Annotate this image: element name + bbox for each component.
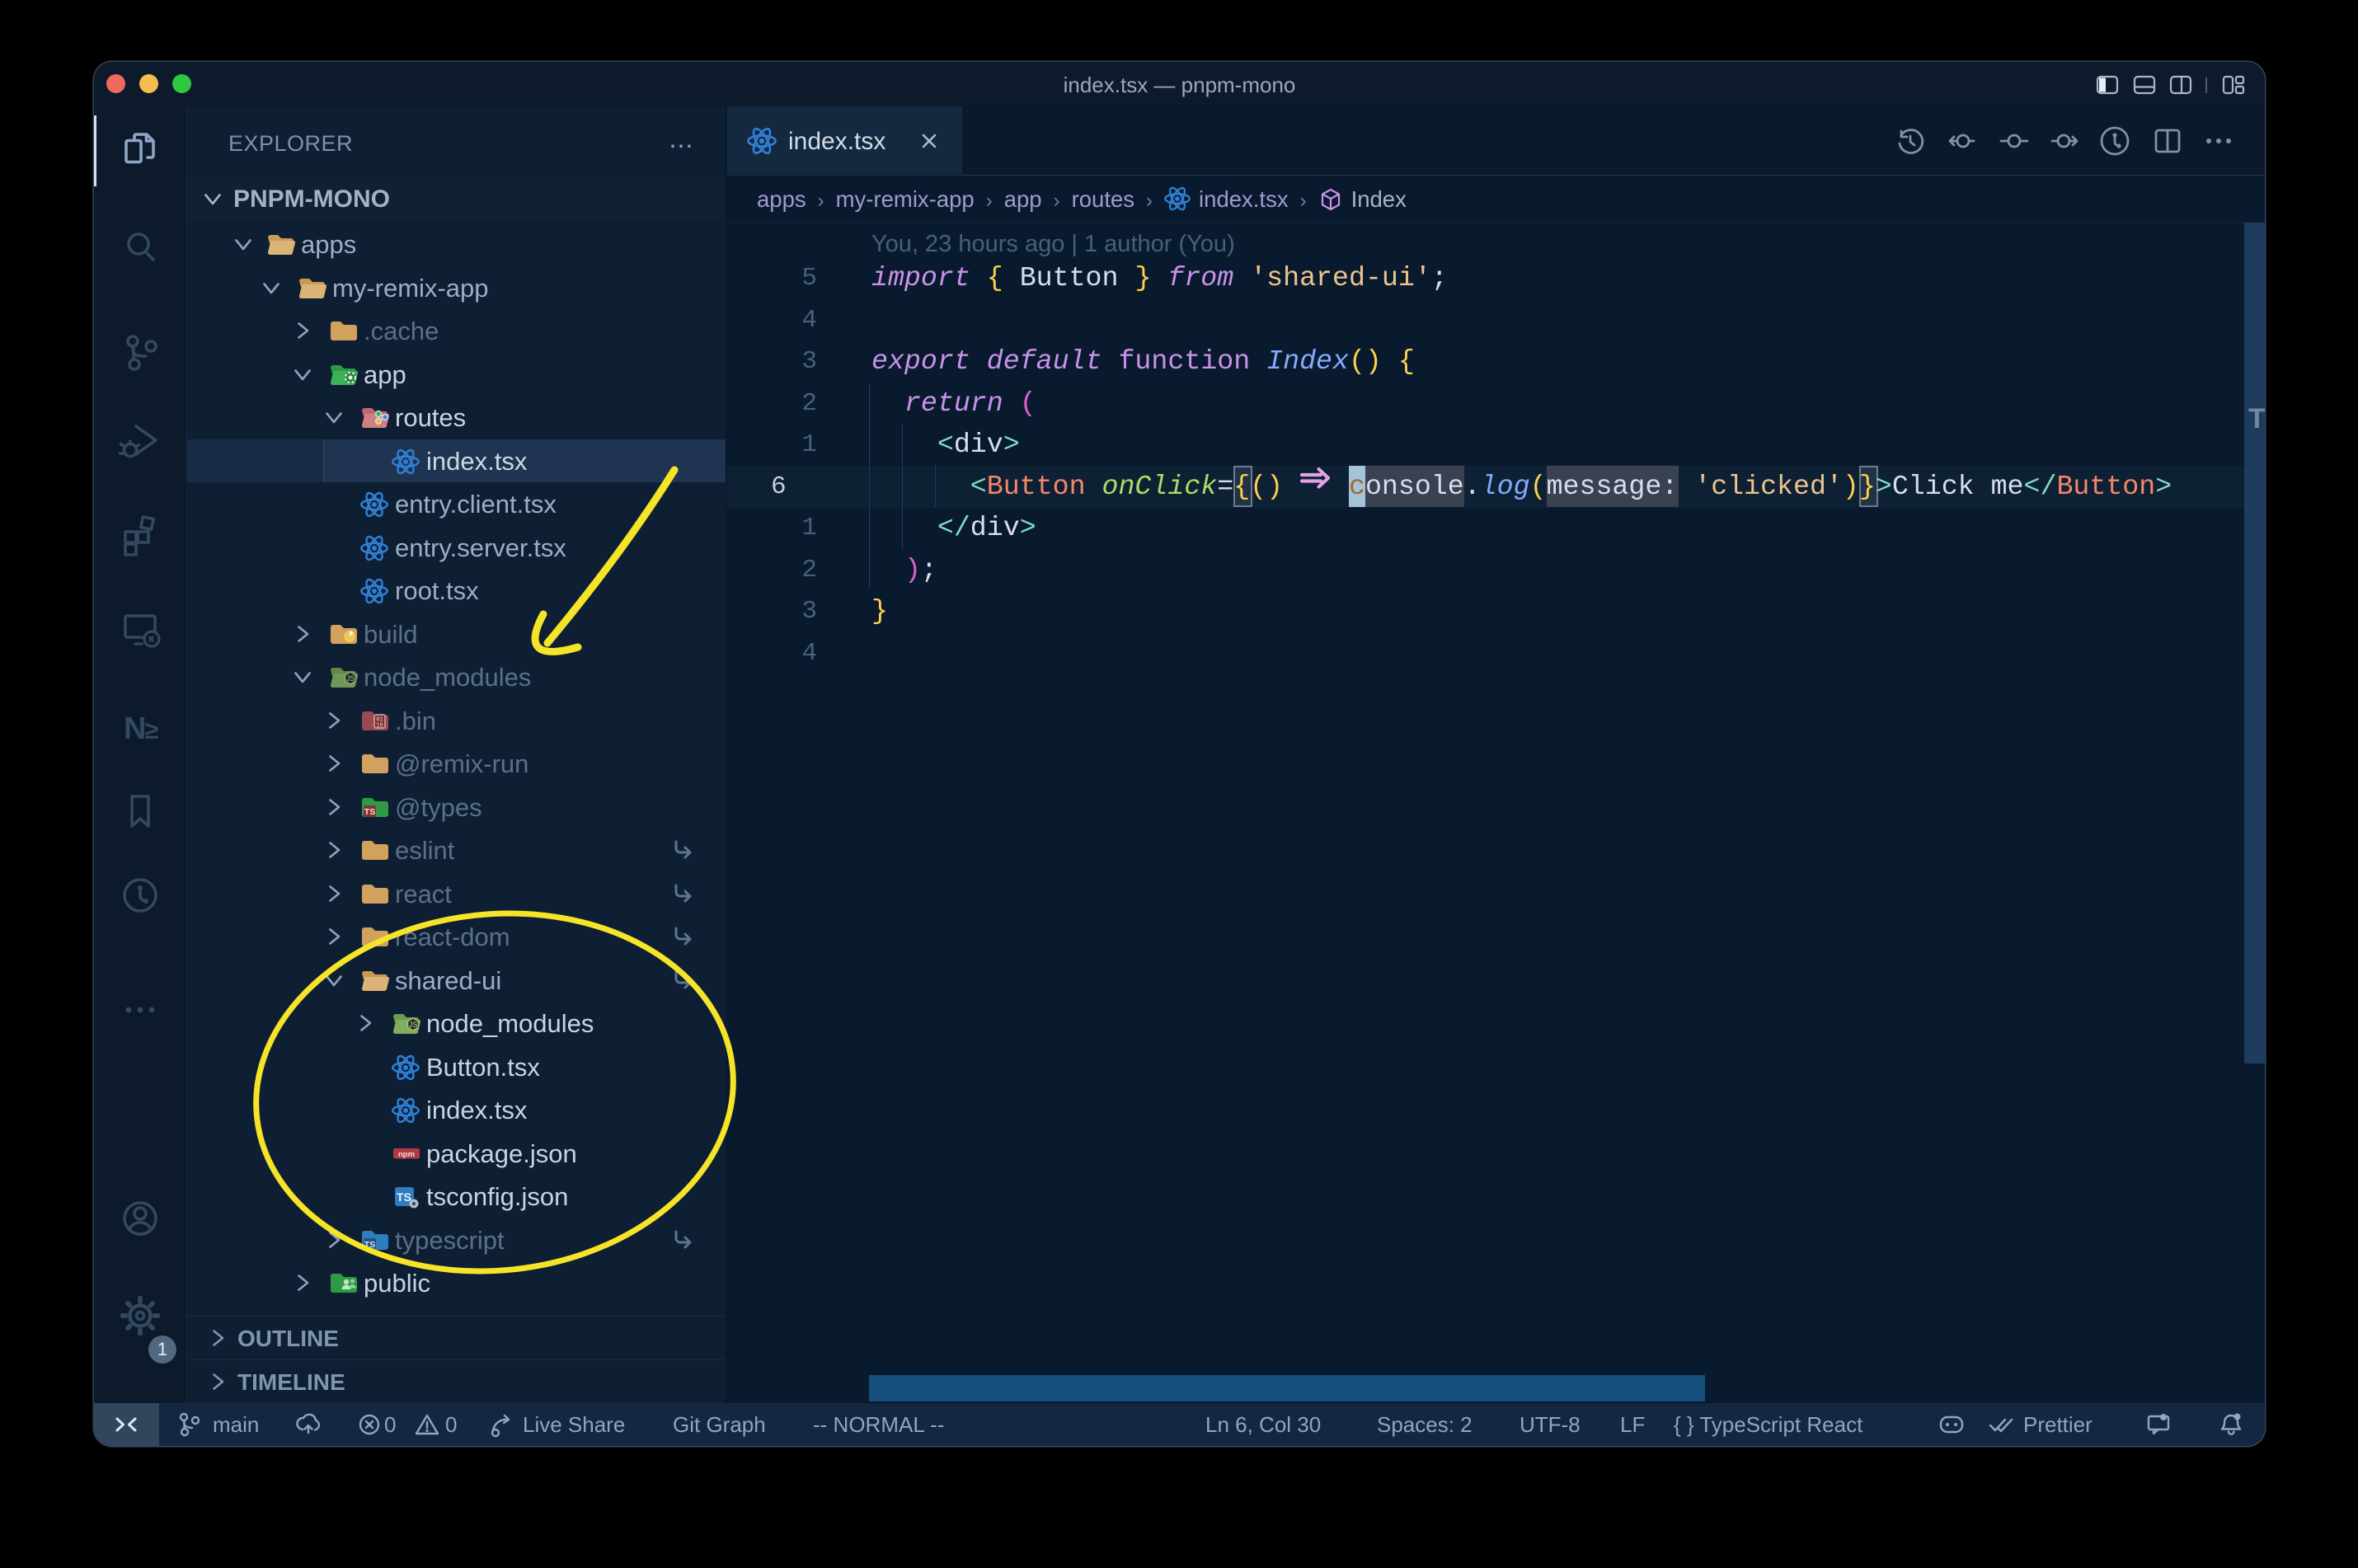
svg-text:JS: JS	[346, 674, 355, 683]
svg-text:npm: npm	[398, 1150, 415, 1159]
svg-text:≥: ≥	[145, 717, 158, 744]
svg-text:10: 10	[376, 723, 383, 730]
svg-text:N: N	[124, 711, 146, 746]
svg-text:JS: JS	[409, 1021, 418, 1029]
svg-text:TS: TS	[397, 1190, 411, 1204]
svg-text:TS: TS	[364, 807, 375, 817]
svg-text:TS: TS	[364, 1240, 375, 1250]
